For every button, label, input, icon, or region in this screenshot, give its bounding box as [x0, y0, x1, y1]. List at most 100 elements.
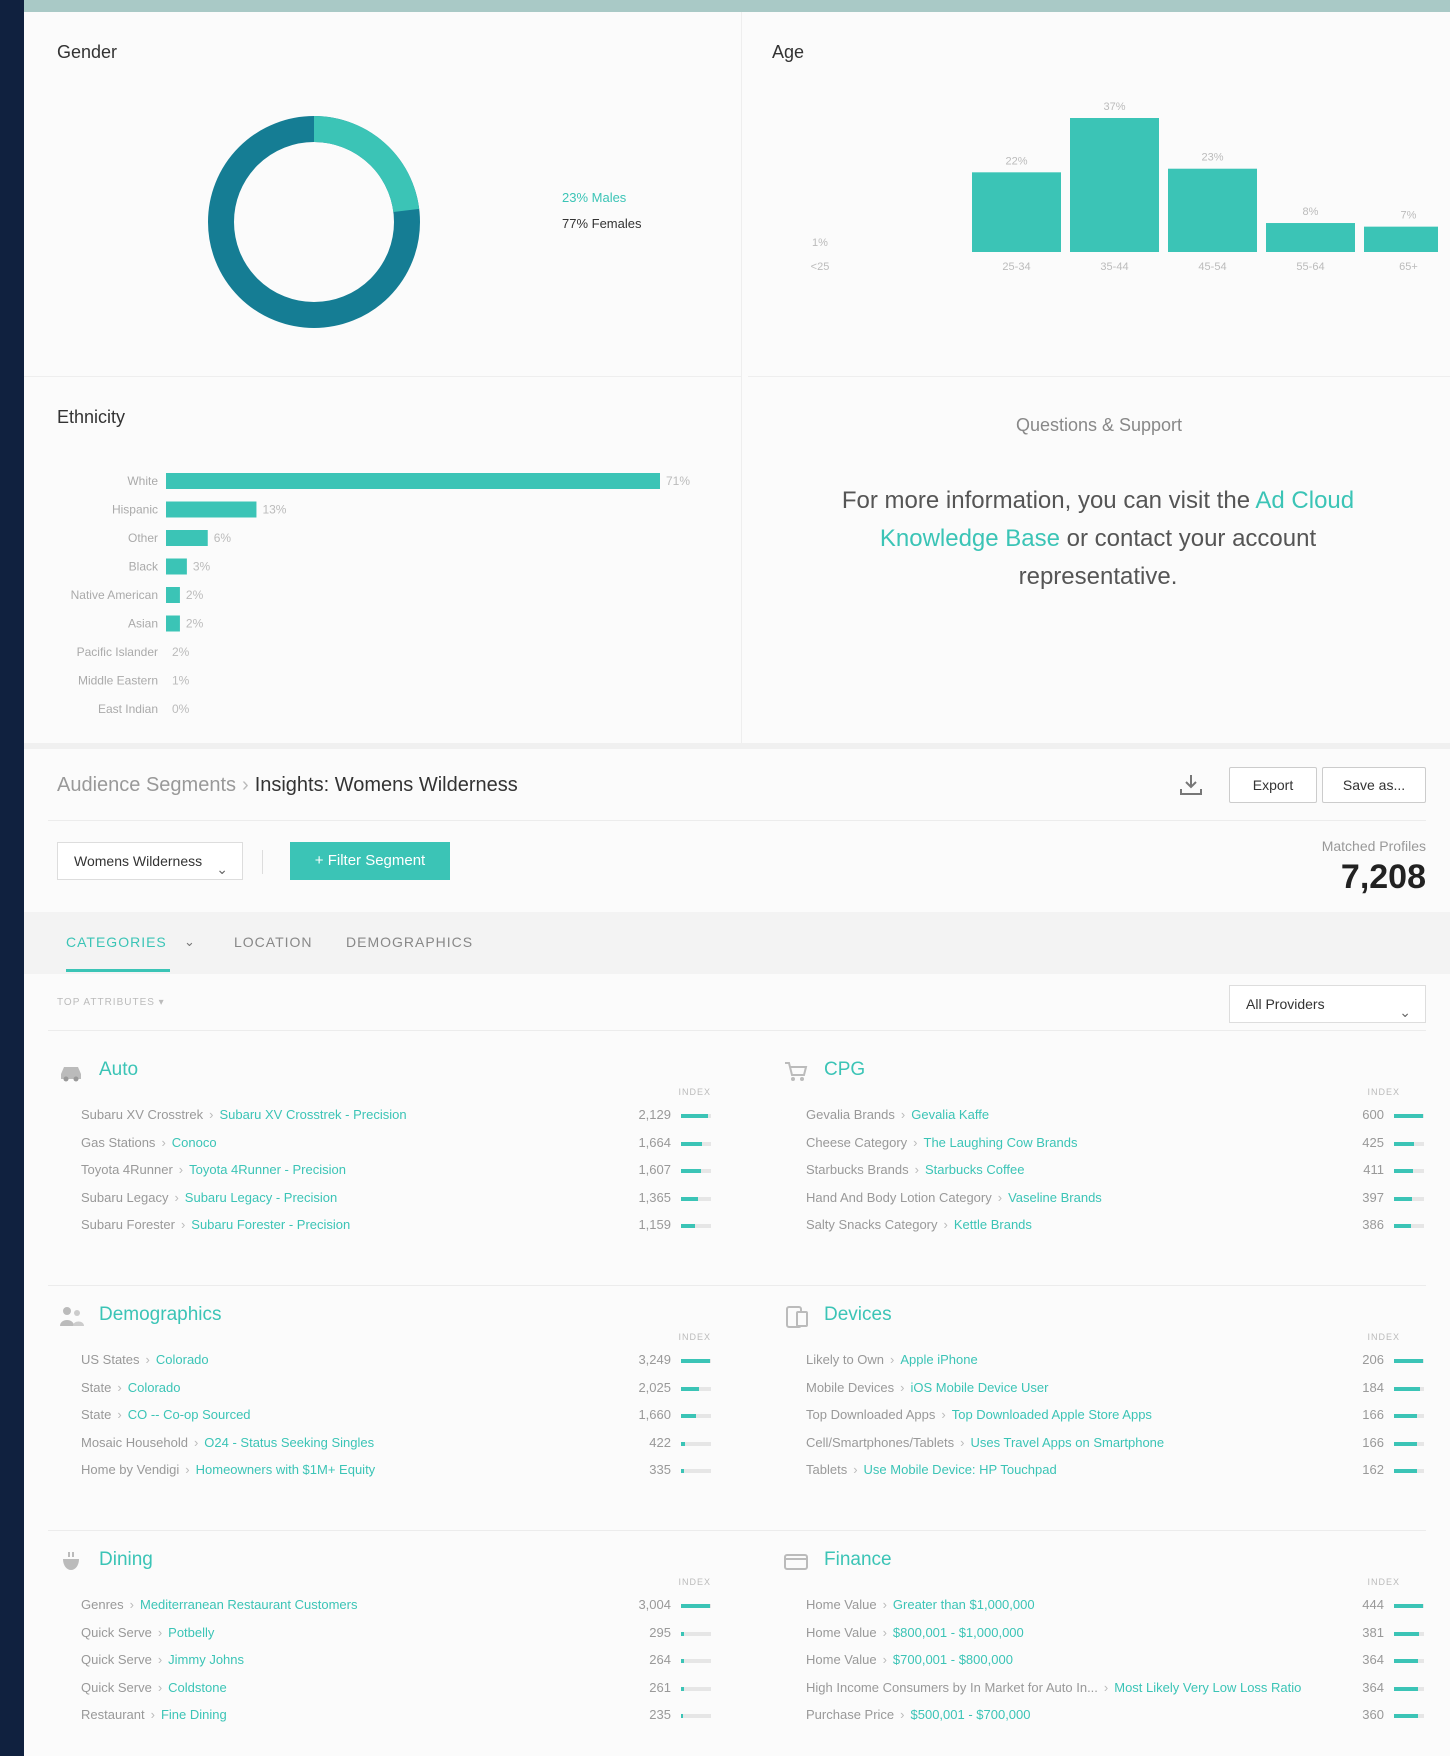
- category-row[interactable]: Hand And Body Lotion Category › Vaseline B…: [806, 1188, 1424, 1210]
- attribute-path: Top Downloaded Apps › Top Downloaded Apple…: [806, 1407, 1152, 1422]
- attribute-path: Purchase Price › $500,001 - $700,000: [806, 1707, 1031, 1722]
- attribute-link[interactable]: Fine Dining: [161, 1707, 227, 1722]
- category-row[interactable]: Home Value › $800,001 - $1,000,000 381: [806, 1623, 1424, 1645]
- age-category-label: 45-54: [1198, 261, 1226, 273]
- category-row[interactable]: Home Value › Greater than $1,000,000 444: [806, 1595, 1424, 1617]
- attribute-link[interactable]: iOS Mobile Device User: [911, 1380, 1049, 1395]
- category-row[interactable]: Top Downloaded Apps › Top Downloaded Apple…: [806, 1405, 1424, 1427]
- attribute-link[interactable]: Jimmy Johns: [168, 1652, 244, 1667]
- age-category-label: 55-64: [1296, 261, 1324, 273]
- attribute-path: US States › Colorado: [81, 1352, 209, 1367]
- attribute-link[interactable]: Potbelly: [168, 1625, 214, 1640]
- category-row[interactable]: Salty Snacks Category › Kettle Brands 386: [806, 1215, 1424, 1237]
- category-title[interactable]: Finance: [824, 1549, 892, 1571]
- matched-profiles-label: Matched Profiles: [1321, 838, 1426, 854]
- category-row[interactable]: Tablets › Use Mobile Device: HP Touchpad 16…: [806, 1460, 1424, 1482]
- ethnicity-value-label: 2%: [186, 588, 204, 602]
- index-bar: [681, 1441, 711, 1446]
- attribute-link[interactable]: Apple iPhone: [900, 1352, 977, 1367]
- breadcrumb-root[interactable]: Audience Segments: [57, 774, 236, 796]
- category-row[interactable]: US States › Colorado 3,249: [81, 1350, 711, 1372]
- attribute-link[interactable]: Gevalia Kaffe: [911, 1107, 989, 1122]
- category-row[interactable]: Genres › Mediterranean Restaurant Customer…: [81, 1595, 711, 1617]
- attribute-link[interactable]: $800,001 - $1,000,000: [893, 1625, 1024, 1640]
- tab-location[interactable]: LOCATION: [234, 934, 313, 950]
- category-title[interactable]: CPG: [824, 1059, 865, 1081]
- index-bar: [1394, 1224, 1424, 1228]
- background-strip: [0, 0, 1450, 12]
- attribute-link[interactable]: $700,001 - $800,000: [893, 1652, 1013, 1667]
- category-row[interactable]: Cheese Category › The Laughing Cow Brands 4…: [806, 1133, 1424, 1155]
- category-row[interactable]: Starbucks Brands › Starbucks Coffee 411: [806, 1160, 1424, 1182]
- attribute-link[interactable]: $500,001 - $700,000: [911, 1707, 1031, 1722]
- category-row[interactable]: Quick Serve › Coldstone 261: [81, 1678, 711, 1700]
- attribute-link[interactable]: Starbucks Coffee: [925, 1162, 1024, 1177]
- attribute-link[interactable]: Vaseline Brands: [1008, 1190, 1102, 1205]
- cart-icon: [785, 1062, 808, 1081]
- attribute-link[interactable]: Top Downloaded Apple Store Apps: [952, 1407, 1152, 1422]
- category-row[interactable]: Mosaic Household › O24 - Status Seeking Si…: [81, 1433, 711, 1455]
- index-value: 3,004: [638, 1597, 671, 1612]
- attribute-link[interactable]: Conoco: [172, 1135, 217, 1150]
- tab-categories-chevron-icon[interactable]: ⌄: [184, 934, 196, 950]
- attribute-link[interactable]: Homeowners with $1M+ Equity: [196, 1462, 376, 1477]
- download-icon[interactable]: [1178, 772, 1204, 798]
- attribute-link[interactable]: CO -- Co-op Sourced: [128, 1407, 251, 1422]
- index-value: 397: [1362, 1189, 1384, 1205]
- attribute-link[interactable]: O24 - Status Seeking Singles: [204, 1435, 374, 1450]
- index-bar: [1394, 1686, 1424, 1691]
- save-as-button[interactable]: Save as...: [1322, 767, 1426, 803]
- attribute-link[interactable]: Most Likely Very Low Loss Ratio: [1114, 1680, 1301, 1695]
- category-row[interactable]: Likely to Own › Apple iPhone 206: [806, 1350, 1424, 1372]
- segment-select[interactable]: Womens Wilderness ⌄: [57, 842, 243, 880]
- tab-categories[interactable]: CATEGORIES: [66, 934, 167, 950]
- attribute-link[interactable]: The Laughing Cow Brands: [924, 1135, 1078, 1150]
- category-row[interactable]: Purchase Price › $500,001 - $700,000 360: [806, 1705, 1424, 1727]
- attribute-link[interactable]: Subaru XV Crosstrek - Precision: [219, 1107, 406, 1122]
- category-title[interactable]: Devices: [824, 1304, 892, 1326]
- category-row[interactable]: Restaurant › Fine Dining 235: [81, 1705, 711, 1727]
- category-title[interactable]: Dining: [99, 1549, 153, 1571]
- export-button[interactable]: Export: [1229, 767, 1317, 803]
- sort-dropdown[interactable]: TOP ATTRIBUTES ▾: [57, 997, 165, 1008]
- chevron-right-icon: ›: [853, 1462, 858, 1477]
- attribute-link[interactable]: Coldstone: [168, 1680, 227, 1695]
- category-row[interactable]: Subaru Legacy › Subaru Legacy - Precision 1…: [81, 1188, 711, 1210]
- ethnicity-value-label: 13%: [262, 503, 286, 517]
- chevron-right-icon: ›: [150, 1707, 155, 1722]
- category-row[interactable]: Home by Vendigi › Homeowners with $1M+ Equ…: [81, 1460, 711, 1482]
- category-row[interactable]: High Income Consumers by In Market for A…: [806, 1678, 1424, 1700]
- category-row[interactable]: Quick Serve › Potbelly 295: [81, 1623, 711, 1645]
- category-row[interactable]: Cell/Smartphones/Tablets › Uses Travel App…: [806, 1433, 1424, 1455]
- category-row[interactable]: Gas Stations › Conoco 1,664: [81, 1133, 711, 1155]
- attribute-link[interactable]: Kettle Brands: [954, 1217, 1032, 1232]
- category-row[interactable]: Toyota 4Runner › Toyota 4Runner - Precisio…: [81, 1160, 711, 1182]
- category-row[interactable]: State › CO -- Co-op Sourced 1,660: [81, 1405, 711, 1427]
- attribute-link[interactable]: Colorado: [128, 1380, 181, 1395]
- category-row[interactable]: Quick Serve › Jimmy Johns 264: [81, 1650, 711, 1672]
- attribute-link[interactable]: Uses Travel Apps on Smartphone: [970, 1435, 1164, 1450]
- chevron-right-icon: ›: [914, 1162, 919, 1177]
- category-row[interactable]: Subaru XV Crosstrek › Subaru XV Crosstrek …: [81, 1105, 711, 1127]
- attribute-link[interactable]: Toyota 4Runner - Precision: [189, 1162, 346, 1177]
- category-row[interactable]: Home Value › $700,001 - $800,000 364: [806, 1650, 1424, 1672]
- attribute-path: Toyota 4Runner › Toyota 4Runner - Precisio…: [81, 1162, 346, 1177]
- attribute-link[interactable]: Subaru Legacy - Precision: [185, 1190, 337, 1205]
- category-title[interactable]: Auto: [99, 1059, 138, 1081]
- attribute-link[interactable]: Greater than $1,000,000: [893, 1597, 1035, 1612]
- category-row[interactable]: Mobile Devices › iOS Mobile Device User 184: [806, 1378, 1424, 1400]
- category-row[interactable]: State › Colorado 2,025: [81, 1378, 711, 1400]
- providers-select[interactable]: All Providers ⌄: [1229, 985, 1426, 1023]
- attribute-link[interactable]: Colorado: [156, 1352, 209, 1367]
- chevron-down-icon: ⌄: [216, 861, 228, 877]
- attribute-link[interactable]: Use Mobile Device: HP Touchpad: [864, 1462, 1057, 1477]
- tab-demographics[interactable]: DEMOGRAPHICS: [346, 934, 473, 950]
- attribute-link[interactable]: Mediterranean Restaurant Customers: [140, 1597, 358, 1612]
- index-bar-fill: [681, 1141, 702, 1146]
- category-title[interactable]: Demographics: [99, 1304, 222, 1326]
- filter-segment-button[interactable]: + Filter Segment: [290, 842, 450, 880]
- attribute-link[interactable]: Subaru Forester - Precision: [191, 1217, 350, 1232]
- category-row[interactable]: Gevalia Brands › Gevalia Kaffe 600: [806, 1105, 1424, 1127]
- legend-females: 77% Females: [562, 216, 642, 231]
- category-row[interactable]: Subaru Forester › Subaru Forester - Precis…: [81, 1215, 711, 1237]
